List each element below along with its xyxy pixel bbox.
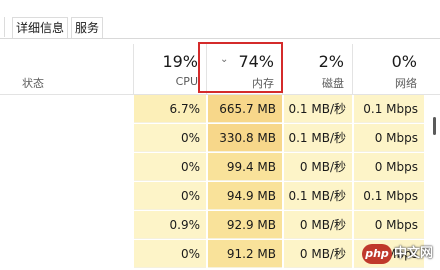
column-header-status[interactable]: 状态 [0,44,134,94]
column-header-disk[interactable]: 2% 磁盘 [283,44,353,94]
memory-cell: 92.9 MB [208,211,282,239]
table-row[interactable]: 0.9% 92.9 MB 0 MB/秒 0 Mbps [0,211,440,240]
watermark-text: 中文网 [394,246,434,261]
disk-cell: 0.1 MB/秒 [284,124,352,152]
disk-cell: 0 MB/秒 [284,240,352,268]
network-cell: 0 Mbps [354,124,424,152]
network-cell: 0 Mbps [354,211,424,239]
cpu-column-label: CPU [175,75,198,88]
disk-total-percent: 2% [318,52,344,71]
memory-highlight-box [198,42,283,93]
column-header-cpu[interactable]: 19% CPU [134,44,207,94]
column-header-network[interactable]: 0% 网络 [353,44,425,94]
cpu-cell: 0% [134,153,206,181]
disk-column-label: 磁盘 [322,77,344,90]
process-table: 6.7% 665.7 MB 0.1 MB/秒 0.1 Mbps 0% 330.8… [0,95,440,269]
network-cell: 0.1 Mbps [354,182,424,210]
tab-partial[interactable] [0,17,5,37]
tab-details[interactable]: 详细信息 [12,17,69,38]
network-cell: 0 Mbps [354,153,424,181]
table-row[interactable]: 0% 99.4 MB 0 MB/秒 0 Mbps [0,153,440,182]
table-row[interactable]: 0% 94.9 MB 0.1 MB/秒 0.1 Mbps [0,182,440,211]
cpu-cell: 0.9% [134,211,206,239]
tab-services[interactable]: 服务 [71,17,104,38]
memory-cell: 94.9 MB [208,182,282,210]
cpu-cell: 0% [134,240,206,268]
network-total-percent: 0% [391,52,417,71]
table-row[interactable]: 0% 330.8 MB 0.1 MB/秒 0 Mbps [0,124,440,153]
disk-cell: 0.1 MB/秒 [284,182,352,210]
network-column-label: 网络 [395,77,417,90]
disk-cell: 0 MB/秒 [284,153,352,181]
status-column-label: 状态 [22,77,44,90]
watermark: php 中文网 [362,244,440,266]
memory-cell: 99.4 MB [208,153,282,181]
scrollbar-thumb[interactable] [433,117,436,135]
tab-strip: 详细信息 服务 [0,14,440,39]
memory-cell: 330.8 MB [208,124,282,152]
cpu-cell: 0% [134,124,206,152]
cpu-cell: 0% [134,182,206,210]
memory-cell: 91.2 MB [208,240,282,268]
cpu-cell: 6.7% [134,95,206,123]
table-row[interactable]: 6.7% 665.7 MB 0.1 MB/秒 0.1 Mbps [0,95,440,124]
disk-cell: 0 MB/秒 [284,211,352,239]
memory-cell: 665.7 MB [208,95,282,123]
php-logo: php [362,244,392,264]
cpu-total-percent: 19% [162,52,198,71]
network-cell: 0.1 Mbps [354,95,424,123]
disk-cell: 0.1 MB/秒 [284,95,352,123]
